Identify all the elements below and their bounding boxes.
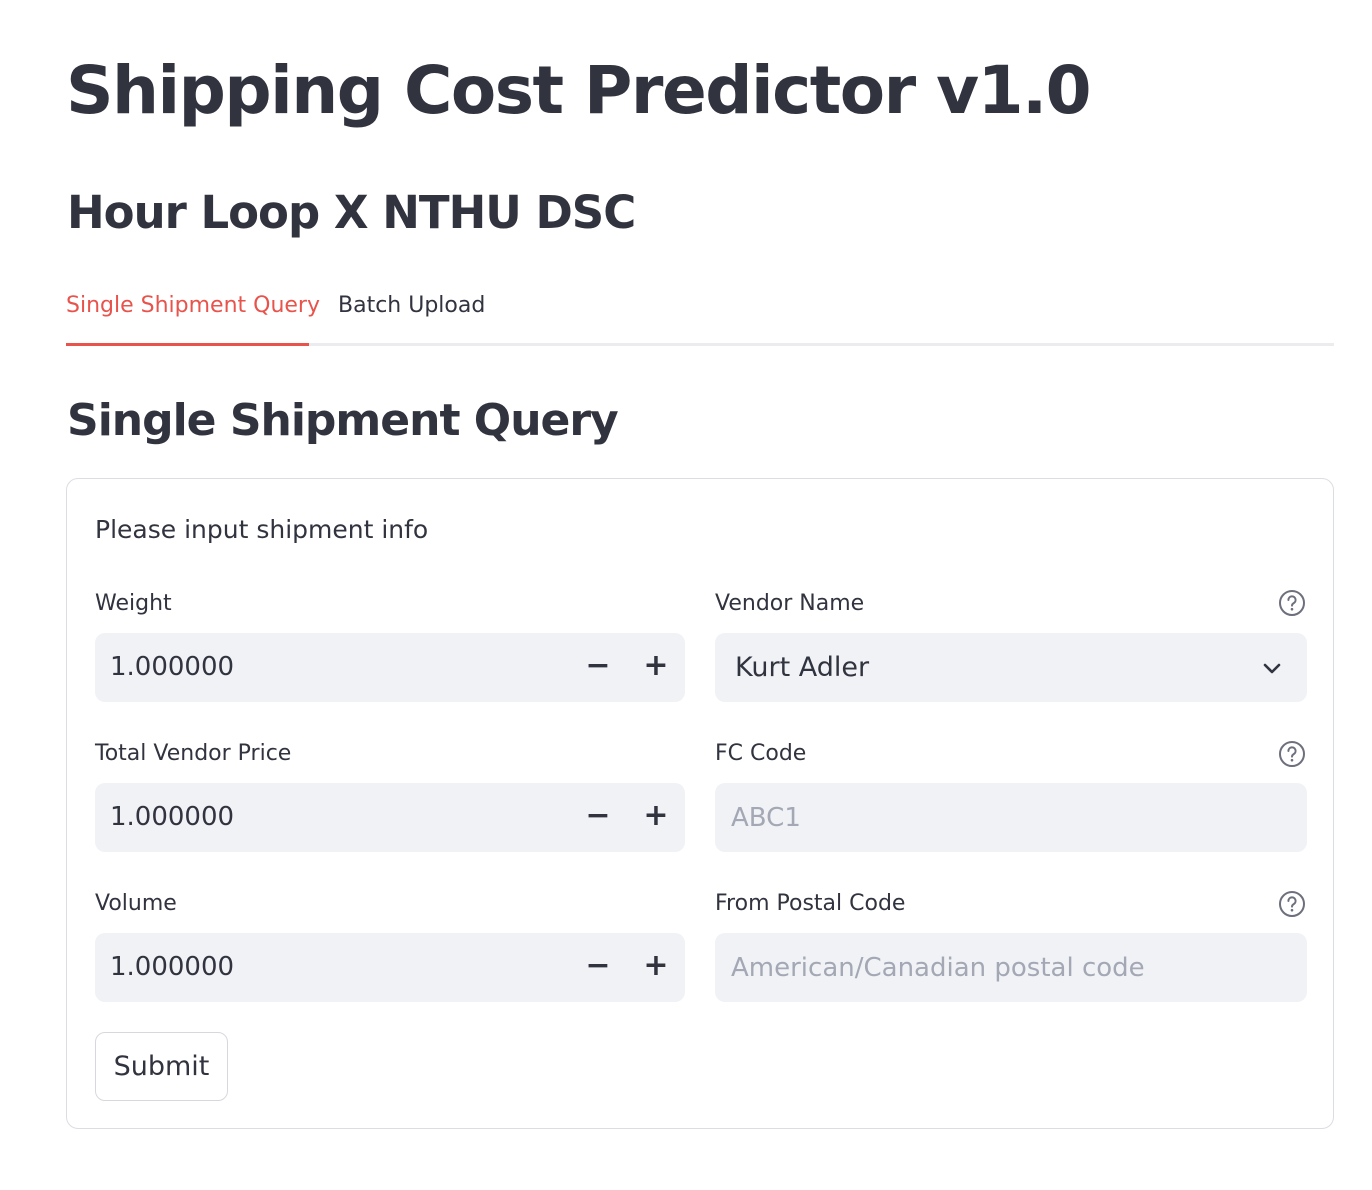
page: Shipping Cost Predictor v1.0 Hour Loop X…	[0, 0, 1372, 1190]
weight-label: Weight	[95, 591, 172, 616]
section-heading: Single Shipment Query	[67, 395, 619, 446]
form-caption: Please input shipment info	[95, 515, 429, 544]
volume-increment-button[interactable]: +	[627, 933, 685, 1002]
volume-input[interactable]: 1.000000 − +	[95, 933, 685, 1002]
app-title: Shipping Cost Predictor v1.0	[66, 52, 1092, 129]
weight-value[interactable]: 1.000000	[110, 633, 234, 702]
weight-input[interactable]: 1.000000 − +	[95, 633, 685, 702]
from-postal-code-input[interactable]	[715, 933, 1307, 1002]
total-vendor-price-value[interactable]: 1.000000	[110, 783, 234, 852]
vendor-name-selected[interactable]: Kurt Adler	[735, 633, 869, 702]
vendor-name-help-icon[interactable]	[1278, 589, 1306, 617]
fc-code-field[interactable]	[715, 783, 1307, 852]
volume-decrement-button[interactable]: −	[569, 933, 627, 1002]
weight-increment-button[interactable]: +	[627, 633, 685, 702]
tab-single-shipment-query[interactable]: Single Shipment Query	[66, 284, 320, 346]
weight-decrement-button[interactable]: −	[569, 633, 627, 702]
chevron-down-icon[interactable]	[1261, 657, 1283, 679]
app-subtitle: Hour Loop X NTHU DSC	[67, 186, 636, 239]
fc-code-input[interactable]	[715, 783, 1307, 852]
from-postal-code-field[interactable]	[715, 933, 1307, 1002]
total-vendor-price-label: Total Vendor Price	[95, 741, 292, 766]
vendor-name-label: Vendor Name	[715, 591, 865, 616]
shipment-form: Please input shipment info Weight 1.0000…	[66, 478, 1334, 1129]
tab-bar: Single Shipment Query Batch Upload	[66, 284, 1334, 346]
submit-button[interactable]: Submit	[95, 1032, 228, 1101]
tab-batch-upload[interactable]: Batch Upload	[338, 284, 485, 346]
from-postal-code-help-icon[interactable]	[1278, 890, 1306, 918]
total-vendor-price-decrement-button[interactable]: −	[569, 783, 627, 852]
volume-value[interactable]: 1.000000	[110, 933, 234, 1002]
total-vendor-price-increment-button[interactable]: +	[627, 783, 685, 852]
from-postal-code-label: From Postal Code	[715, 891, 906, 916]
volume-label: Volume	[95, 891, 177, 916]
fc-code-label: FC Code	[715, 741, 807, 766]
fc-code-help-icon[interactable]	[1278, 740, 1306, 768]
total-vendor-price-input[interactable]: 1.000000 − +	[95, 783, 685, 852]
vendor-name-select[interactable]: Kurt Adler	[715, 633, 1307, 702]
